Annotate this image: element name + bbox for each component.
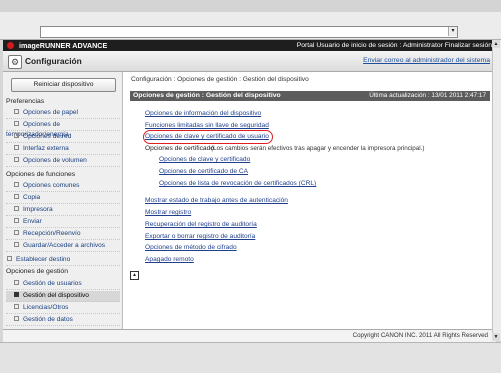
address-dropdown-icon[interactable]: ▾ xyxy=(448,27,457,36)
sidebar-item-network[interactable]: Opciones de red xyxy=(6,132,120,143)
sidebar-item-paper[interactable]: Opciones de papel xyxy=(6,108,120,119)
link-audit-retrieve[interactable]: Recuperación del registro de auditoría xyxy=(145,221,257,228)
sidebar-section-title: Opciones de funciones xyxy=(6,171,76,178)
bullet-icon xyxy=(7,256,12,262)
sidebar-section-title: Opciones de gestión xyxy=(6,268,68,275)
sidebar-item-data[interactable]: Gestión de datos xyxy=(6,315,120,326)
bullet-icon xyxy=(14,230,19,236)
link-encryption[interactable]: Opciones de método de cifrado xyxy=(145,244,237,251)
sidebar-section-title: Preferencias xyxy=(6,98,45,105)
sidebar-item-volume[interactable]: Opciones de volumen xyxy=(6,156,120,167)
link-device-info[interactable]: Opciones de información del dispositivo xyxy=(145,110,261,117)
page-title: Configuración xyxy=(25,56,82,66)
mail-admin-link[interactable]: Enviar correo al administrador del siste… xyxy=(363,57,490,64)
link-audit-export[interactable]: Exportar o borrar registro de auditoría xyxy=(145,233,255,240)
sidebar-item-licenses[interactable]: Licencias/Otros xyxy=(6,303,120,314)
bullet-icon xyxy=(14,194,19,200)
section-title: Opciones de gestión : Gestión del dispos… xyxy=(133,92,281,99)
bullet-icon xyxy=(14,280,19,286)
sidebar-item-send[interactable]: Enviar xyxy=(6,217,120,228)
bullet-icon xyxy=(14,182,19,188)
main-content: Configuración : Opciones de gestión : Ge… xyxy=(123,72,496,329)
bullet-icon xyxy=(14,304,19,310)
canon-logo-icon xyxy=(7,42,14,49)
link-show-log[interactable]: Mostrar registro xyxy=(145,209,191,216)
bullet-icon xyxy=(14,145,19,151)
cert-note: (Los cambios serán efectivos tras apagar… xyxy=(211,145,425,152)
bullet-icon xyxy=(14,109,19,115)
cert-options-label: Opciones de certificado xyxy=(145,145,214,152)
bullet-icon xyxy=(14,206,19,212)
bullet-icon xyxy=(14,218,19,224)
sidebar: Reiniciar dispositivo Preferencias Opcio… xyxy=(3,72,123,329)
browser-status-area xyxy=(0,342,501,373)
bullet-icon xyxy=(14,242,19,248)
vertical-scrollbar[interactable] xyxy=(492,40,501,341)
settings-icon: ⚙ xyxy=(8,55,22,69)
sidebar-item-files[interactable]: Guardar/Acceder a archivos xyxy=(6,241,120,252)
bullet-icon xyxy=(14,316,19,322)
back-to-top-icon[interactable]: ▲ xyxy=(130,271,139,280)
copyright-text: Copyright CANON INC. 2011 All Rights Res… xyxy=(352,332,488,339)
link-remote-shutdown[interactable]: Apagado remoto xyxy=(145,256,194,263)
section-header: Opciones de gestión : Gestión del dispos… xyxy=(130,91,490,101)
link-ca-cert[interactable]: Opciones de certificado de CA xyxy=(159,168,248,175)
breadcrumb: Configuración : Opciones de gestión : Ge… xyxy=(131,76,309,83)
link-job-status-auth[interactable]: Mostrar estado de trabajo antes de auten… xyxy=(145,197,288,204)
sidebar-item-receive[interactable]: Recepción/Reenvío xyxy=(6,229,120,240)
portal-user-text[interactable]: Portal Usuario de inicio de sesión : Adm… xyxy=(297,41,492,50)
link-crl[interactable]: Opciones de lista de revocación de certi… xyxy=(159,180,316,187)
scroll-down-icon[interactable]: ▼ xyxy=(492,333,500,341)
bullet-icon xyxy=(14,133,19,139)
bullet-icon xyxy=(14,157,19,163)
app-header-bar: imageRUNNER ADVANCE Portal Usuario de in… xyxy=(3,40,496,51)
browser-top-strip xyxy=(0,0,501,12)
bullet-icon xyxy=(14,121,19,127)
brand-name: imageRUNNER ADVANCE xyxy=(19,41,108,50)
sidebar-item-printer[interactable]: Impresora xyxy=(6,205,120,216)
bullet-icon xyxy=(14,292,19,298)
sidebar-item-device-management[interactable]: Gestión del dispositivo xyxy=(6,291,120,302)
restart-device-button[interactable]: Reiniciar dispositivo xyxy=(11,78,116,92)
link-key-cert[interactable]: Opciones de clave y certificado xyxy=(159,156,250,163)
link-limited-functions[interactable]: Funciones limitadas sin llave de segurid… xyxy=(145,122,269,129)
footer: Copyright CANON INC. 2011 All Rights Res… xyxy=(3,329,496,342)
sidebar-item-destination[interactable]: Establecer destino xyxy=(6,255,120,266)
sidebar-item-interface[interactable]: Interfaz externa xyxy=(6,144,120,155)
last-update-text: Última actualización : 13/01 2011 2:47:1… xyxy=(369,92,486,99)
sidebar-item-users[interactable]: Gestión de usuarios xyxy=(6,279,120,290)
sidebar-item-common[interactable]: Opciones comunes xyxy=(6,181,120,192)
config-title-bar: ⚙ Configuración Enviar correo al adminis… xyxy=(3,51,496,72)
address-bar[interactable] xyxy=(40,26,458,38)
highlight-circle xyxy=(143,130,273,144)
sidebar-item-copy[interactable]: Copia xyxy=(6,193,120,204)
scroll-up-icon[interactable]: ▲ xyxy=(492,40,500,48)
sidebar-item-timer[interactable]: Opciones de temporizador/energía xyxy=(6,120,120,138)
